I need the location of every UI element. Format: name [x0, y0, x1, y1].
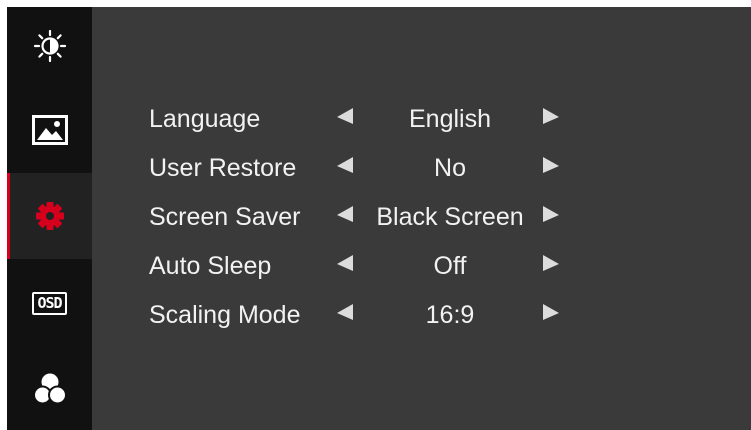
osd-icon: OSD — [32, 291, 67, 315]
arrow-left-icon[interactable] — [335, 204, 355, 224]
setting-row-user-restore: User Restore No — [149, 144, 589, 193]
arrow-left-icon[interactable] — [335, 155, 355, 175]
setting-label: User Restore — [149, 154, 297, 182]
image-icon — [31, 115, 68, 145]
setting-value[interactable]: No — [371, 153, 529, 183]
sidebar-item-color[interactable] — [7, 347, 92, 430]
setting-label: Auto Sleep — [149, 252, 272, 280]
setting-row-scaling-mode: Scaling Mode 16:9 — [149, 291, 589, 340]
color-circles-icon — [32, 373, 67, 404]
sidebar: OSD — [7, 7, 92, 430]
settings-menu: Language English User Restore No Screen … — [149, 95, 589, 340]
setting-label: Screen Saver — [149, 203, 301, 231]
osd-window: OSD Language English User Restore No Scr… — [7, 7, 751, 430]
arrow-left-icon[interactable] — [335, 302, 355, 322]
setting-row-auto-sleep: Auto Sleep Off — [149, 242, 589, 291]
setting-value[interactable]: English — [371, 104, 529, 134]
arrow-right-icon[interactable] — [541, 106, 561, 126]
sidebar-item-setup[interactable] — [7, 173, 92, 259]
arrow-right-icon[interactable] — [541, 155, 561, 175]
setting-value[interactable]: Black Screen — [371, 202, 529, 232]
sidebar-item-osd[interactable]: OSD — [7, 261, 92, 345]
arrow-right-icon[interactable] — [541, 253, 561, 273]
setting-value[interactable]: Off — [371, 251, 529, 281]
sidebar-item-image[interactable] — [7, 89, 92, 171]
sidebar-item-brightness[interactable] — [7, 7, 92, 85]
setting-label: Language — [149, 105, 261, 133]
gear-icon — [35, 202, 64, 230]
arrow-right-icon[interactable] — [541, 302, 561, 322]
setting-label: Scaling Mode — [149, 301, 301, 329]
setting-value[interactable]: 16:9 — [371, 300, 529, 330]
arrow-right-icon[interactable] — [541, 204, 561, 224]
setting-row-screen-saver: Screen Saver Black Screen — [149, 193, 589, 242]
arrow-left-icon[interactable] — [335, 253, 355, 273]
osd-icon-text: OSD — [37, 293, 62, 312]
arrow-left-icon[interactable] — [335, 106, 355, 126]
setting-row-language: Language English — [149, 95, 589, 144]
brightness-contrast-icon — [33, 29, 66, 63]
